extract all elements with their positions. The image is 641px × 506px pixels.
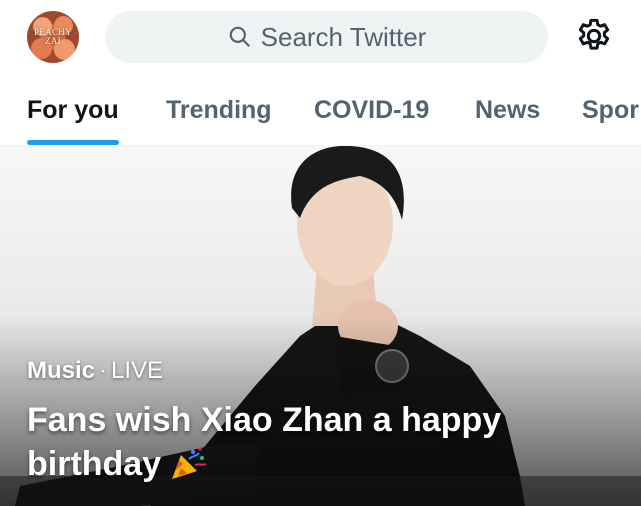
tab-for-you[interactable]: For you [27, 76, 119, 146]
search-icon [227, 24, 253, 50]
profile-avatar[interactable]: PEACHY ZAI [27, 11, 79, 63]
trend-headline[interactable]: Fans wish Xiao Zhan a happy birthday [27, 398, 607, 486]
gear-icon[interactable] [574, 16, 614, 56]
tab-covid-19[interactable]: COVID-19 [314, 76, 429, 146]
trend-category: Music [27, 357, 96, 384]
party-popper-icon [169, 445, 209, 481]
meta-separator: · [99, 357, 108, 384]
live-status: LIVE [111, 357, 164, 384]
search-placeholder: Search Twitter [260, 21, 427, 52]
headline-text: Fans wish Xiao Zhan a happy birthday [27, 401, 502, 483]
active-tab-indicator [27, 140, 119, 145]
tab-trending[interactable]: Trending [166, 76, 272, 146]
search-bar[interactable]: Search Twitter [105, 11, 548, 63]
trend-context: Music · LIVE [27, 357, 163, 385]
tab-news[interactable]: News [475, 76, 540, 146]
top-bar: PEACHY ZAI Search Twitter [0, 0, 641, 76]
tab-sports[interactable]: Spor [582, 76, 639, 146]
avatar-logo-text: PEACHY ZAI [34, 27, 72, 46]
trending-hero-card[interactable]: Music · LIVE Fans wish Xiao Zhan a happy b… [0, 146, 641, 506]
explore-tabs: For you Trending COVID-19 News Spor [0, 76, 641, 146]
